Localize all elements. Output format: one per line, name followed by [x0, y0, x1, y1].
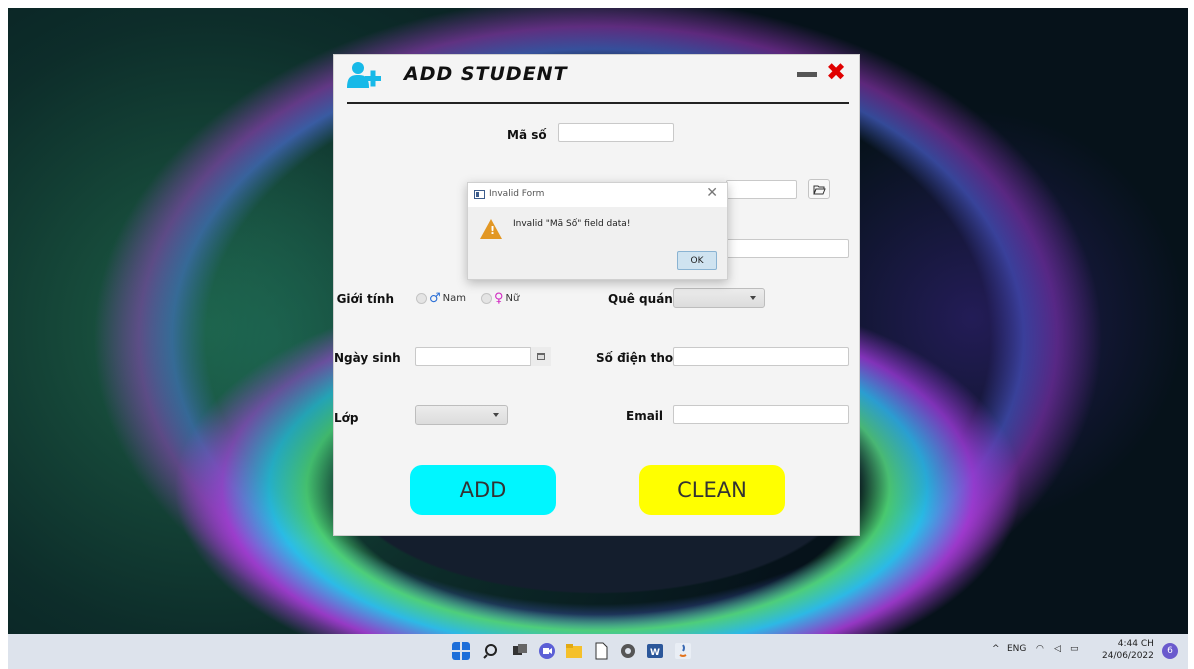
dialog-message: Invalid "Mã Số" field data! [513, 219, 631, 229]
clock-date: 24/06/2022 [1102, 651, 1154, 661]
svg-text:W: W [650, 648, 660, 658]
so-dien-thoai-input[interactable] [673, 347, 849, 366]
document-icon[interactable] [592, 642, 610, 660]
date-picker-button[interactable] [530, 347, 551, 366]
invalid-form-dialog: Invalid Form ✕ ! Invalid "Mã Số" field d… [467, 182, 728, 280]
show-hidden-icons-button[interactable]: ^ [992, 644, 1000, 654]
radio-circle [481, 293, 492, 304]
lop-select[interactable] [415, 405, 508, 425]
dialog-close-button[interactable]: ✕ [706, 185, 718, 201]
dialog-title: Invalid Form [489, 189, 545, 199]
chevron-down-icon [493, 413, 499, 417]
photo-path-input[interactable] [726, 180, 797, 199]
clock-time: 4:44 CH [1117, 639, 1154, 649]
que-quan-label: Quê quán [608, 292, 673, 306]
clean-button[interactable]: CLEAN [639, 465, 785, 515]
female-icon: ♀ [494, 291, 504, 306]
full-name-input[interactable] [726, 239, 849, 258]
volume-icon[interactable]: ◁ [1054, 644, 1061, 654]
taskbar: W ^ ENG ◠ ◁ ▭ 4:44 CH 24/06/2022 6 [8, 634, 1188, 669]
gender-male-radio[interactable]: ♂ Nam [416, 291, 466, 306]
chat-icon[interactable] [538, 642, 556, 660]
radio-circle [416, 293, 427, 304]
ok-button[interactable]: OK [677, 251, 717, 270]
word-icon[interactable]: W [646, 642, 664, 660]
ma-so-label: Mã số [507, 128, 547, 142]
so-dien-thoai-label: Số điện thoại [596, 351, 686, 365]
wallpaper-glow-right [828, 108, 1188, 528]
email-input[interactable] [673, 405, 849, 424]
dialog-titlebar: Invalid Form ✕ [468, 183, 727, 207]
gender-female-radio[interactable]: ♀ Nữ [481, 291, 519, 306]
minimize-button[interactable] [797, 64, 819, 84]
java-window-icon [474, 190, 485, 199]
ngay-sinh-label: Ngày sinh [334, 351, 401, 365]
task-view-icon[interactable] [511, 642, 529, 660]
window-title: ADD STUDENT [404, 63, 568, 85]
gioi-tinh-label: Giới tính [336, 292, 394, 306]
language-indicator[interactable]: ENG [1007, 644, 1026, 654]
close-button[interactable]: ✖ [826, 59, 846, 85]
search-icon[interactable] [483, 642, 501, 660]
chevron-down-icon [750, 296, 756, 300]
add-button[interactable]: ADD [410, 465, 556, 515]
male-icon: ♂ [429, 291, 441, 306]
calendar-icon [537, 353, 545, 360]
ma-so-input[interactable] [558, 123, 674, 142]
que-quan-select[interactable] [673, 288, 765, 308]
lop-label: Lớp [334, 411, 359, 425]
add-user-icon [347, 62, 381, 88]
warning-icon-mark: ! [490, 224, 496, 237]
add-student-window: ADD STUDENT ✖ Mã số Giới tính ♂ Nam ♀ Nữ… [334, 55, 859, 535]
windows-start-icon[interactable] [452, 642, 470, 660]
settings-icon[interactable] [619, 642, 637, 660]
email-label: Email [626, 409, 664, 423]
file-explorer-icon[interactable] [565, 642, 583, 660]
notification-badge[interactable]: 6 [1162, 643, 1178, 659]
gender-female-label: Nữ [505, 293, 520, 304]
battery-icon[interactable]: ▭ [1070, 644, 1079, 654]
wifi-icon[interactable]: ◠ [1036, 644, 1044, 654]
folder-open-icon [812, 185, 826, 194]
java-icon[interactable] [674, 642, 692, 660]
gender-male-label: Nam [442, 293, 467, 304]
title-divider [347, 102, 849, 104]
clock[interactable]: 4:44 CH 24/06/2022 [1102, 638, 1154, 662]
browse-folder-button[interactable] [808, 179, 830, 199]
